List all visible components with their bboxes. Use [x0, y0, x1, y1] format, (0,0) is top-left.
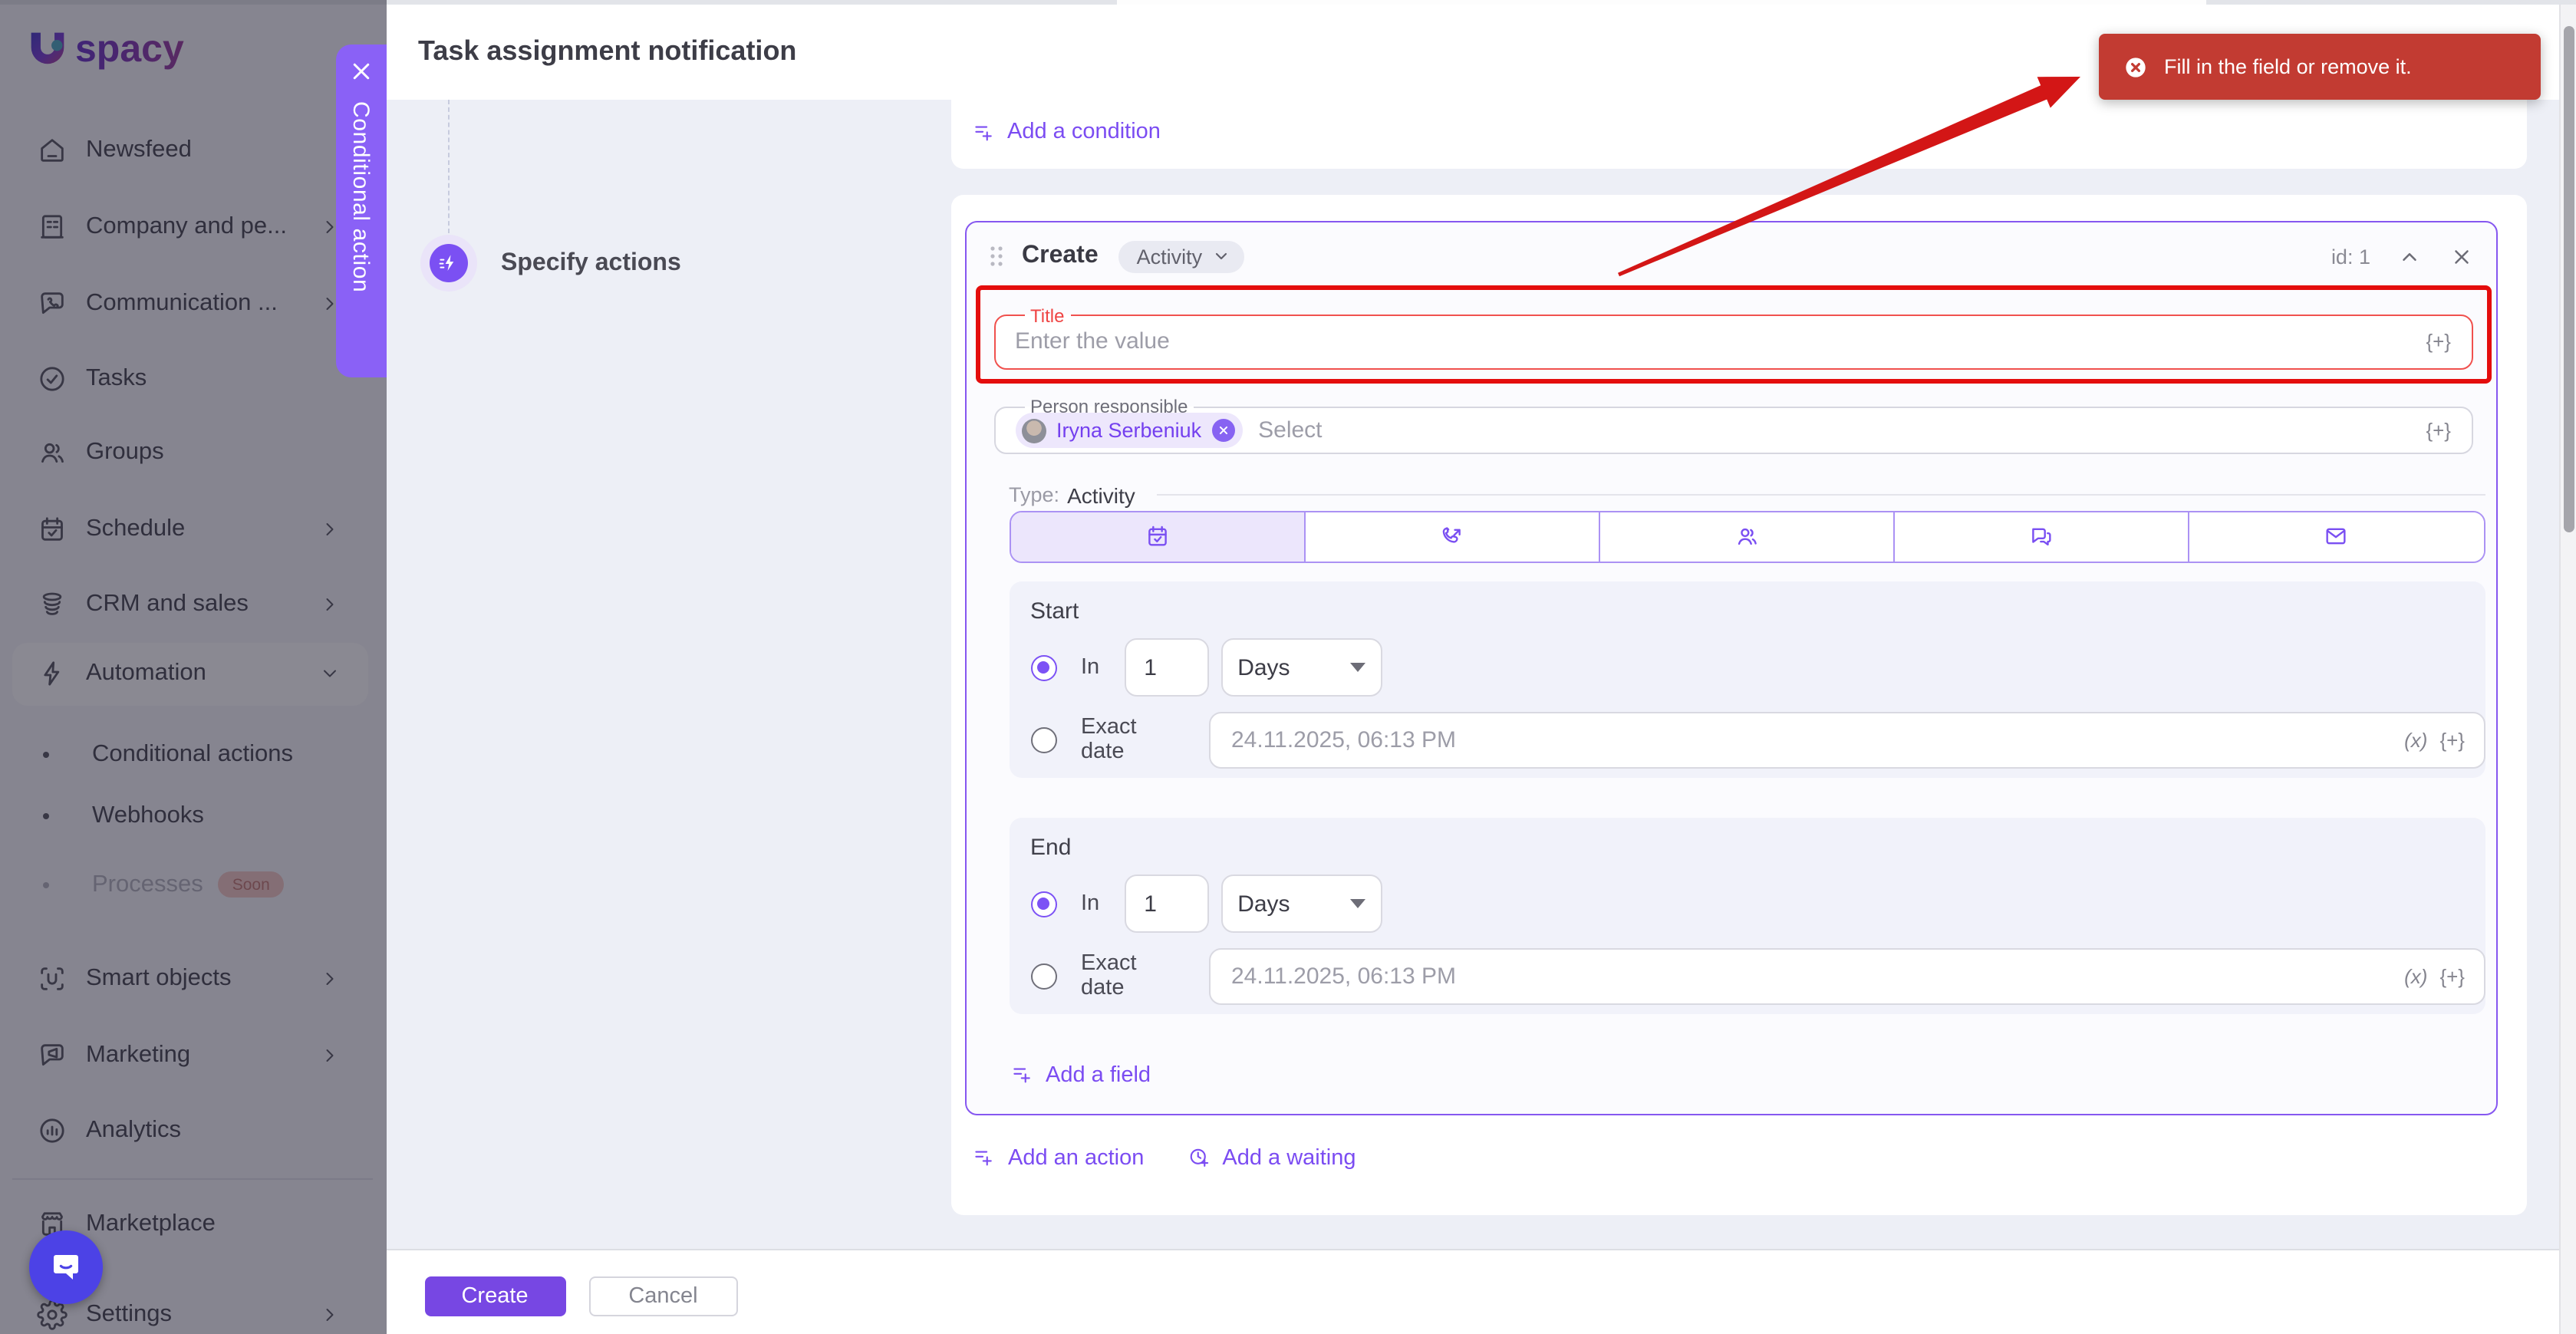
cancel-button[interactable]: Cancel [588, 1276, 738, 1316]
type-prefix: Type: [1009, 483, 1059, 506]
end-in-value-input[interactable] [1124, 875, 1208, 933]
add-field-button[interactable]: Add a field [1010, 1062, 1151, 1087]
action-type-dropdown[interactable]: Activity [1118, 240, 1244, 272]
end-in-radio[interactable] [1030, 891, 1056, 917]
insert-variable-icon[interactable]: {+} [2439, 728, 2465, 751]
playlist-add-icon [973, 1146, 996, 1169]
end-exact-date-input[interactable]: 24.11.2025, 06:13 PM (x) {+} [1208, 947, 2485, 1004]
modal-content: Specify actions Add a condition Create A… [386, 100, 2559, 1250]
error-circle-icon [2123, 54, 2147, 79]
actions-section: Create Activity id: 1 Title Ente [951, 194, 2526, 1214]
link-label: Add a waiting [1222, 1145, 1356, 1170]
link-label: Add a condition [1007, 120, 1161, 144]
type-row: Type: Activity [1009, 483, 2485, 507]
chat-bubble-icon [48, 1249, 84, 1286]
title-field-label: Title [1024, 306, 1070, 324]
side-tab-label: Conditional action [348, 100, 374, 292]
type-value: Activity [1067, 483, 1135, 507]
playlist-add-icon [1010, 1063, 1033, 1086]
date-placeholder: 24.11.2025, 06:13 PM [1231, 963, 1456, 989]
add-waiting-button[interactable]: Add a waiting [1187, 1145, 1356, 1170]
step-label: Specify actions [501, 250, 681, 278]
actions-step-icon [437, 252, 460, 275]
modal-title: Task assignment notification [418, 35, 796, 68]
title-placeholder: Enter the value [1015, 328, 1170, 354]
formula-icon[interactable]: (x) [2404, 964, 2427, 987]
activity-type-tabs [1009, 510, 2485, 563]
start-unit-select[interactable]: Days [1220, 638, 1382, 697]
link-label: Add a field [1046, 1062, 1151, 1087]
insert-variable-icon[interactable]: {+} [2439, 964, 2465, 987]
start-in-radio[interactable] [1030, 654, 1056, 680]
divider [1157, 494, 2485, 496]
start-in-label: In [1081, 655, 1099, 680]
start-panel: Start In Days Exact date [1009, 581, 2485, 777]
drag-handle-icon[interactable] [990, 245, 1003, 267]
start-label: Start [1030, 598, 1079, 624]
step-indicator [420, 235, 477, 292]
conditions-card: Add a condition [951, 100, 2526, 168]
phone-outgoing-icon [1439, 524, 1465, 550]
calendar-check-icon [1144, 524, 1170, 550]
end-exact-radio[interactable] [1030, 963, 1056, 989]
add-condition-button[interactable]: Add a condition [972, 120, 1161, 144]
person-chip[interactable]: Iryna Serbeniuk [1015, 413, 1243, 448]
start-exact-date-input[interactable]: 24.11.2025, 06:13 PM (x) {+} [1208, 711, 2485, 768]
close-icon[interactable] [2450, 245, 2473, 268]
end-panel: End In Days Exact date [1009, 817, 2485, 1013]
start-exact-label: Exact date [1081, 715, 1185, 764]
start-in-value-input[interactable] [1124, 638, 1208, 697]
formula-icon[interactable]: (x) [2404, 728, 2427, 751]
attendees-icon [1734, 524, 1760, 550]
avatar [1021, 418, 1046, 443]
select-caret-icon [1349, 663, 1365, 672]
tab-chat[interactable] [1895, 512, 2189, 562]
clock-add-icon [1187, 1146, 1210, 1169]
stepper-connector [448, 100, 450, 233]
close-icon[interactable] [349, 59, 372, 82]
end-unit-label: Days [1237, 891, 1290, 917]
chip-remove-icon[interactable] [1212, 419, 1235, 442]
modal-backdrop[interactable] [0, 0, 386, 1334]
screen: spacy Newsfeed Company and pe... Communi… [0, 0, 2576, 1334]
modal-footer: Create Cancel [386, 1250, 2559, 1334]
tab-email[interactable] [2190, 512, 2483, 562]
end-unit-select[interactable]: Days [1220, 875, 1382, 933]
tab-task[interactable] [1010, 512, 1305, 562]
title-field[interactable]: Title Enter the value {+} [993, 306, 2472, 369]
end-in-label: In [1081, 891, 1099, 916]
end-label: End [1030, 834, 1071, 860]
select-caret-icon [1349, 899, 1365, 908]
action-id: id: 1 [2331, 245, 2370, 268]
playlist-add-icon [972, 120, 995, 143]
scrollbar[interactable] [2559, 5, 2576, 1334]
error-toast[interactable]: Fill in the field or remove it. [2098, 34, 2540, 100]
insert-variable-icon[interactable]: {+} [2426, 419, 2451, 442]
toast-message: Fill in the field or remove it. [2164, 55, 2412, 78]
action-title: Create [1022, 242, 1099, 270]
person-chip-name: Iryna Serbeniuk [1056, 419, 1201, 442]
person-placeholder: Select [1258, 417, 1322, 443]
action-type-label: Activity [1137, 245, 1203, 268]
collapse-icon[interactable] [2398, 245, 2421, 268]
person-responsible-field[interactable]: Person responsible Iryna Serbeniuk Selec… [993, 397, 2472, 454]
tab-call[interactable] [1305, 512, 1599, 562]
start-exact-radio[interactable] [1030, 726, 1056, 753]
scrollbar-thumb[interactable] [2564, 26, 2574, 532]
add-action-button[interactable]: Add an action [973, 1145, 1144, 1170]
end-exact-label: Exact date [1081, 951, 1185, 1000]
insert-variable-icon[interactable]: {+} [2426, 330, 2451, 353]
chat-fab-button[interactable] [29, 1230, 102, 1303]
create-activity-card: Create Activity id: 1 Title Ente [965, 220, 2498, 1115]
create-button[interactable]: Create [424, 1276, 565, 1316]
start-unit-label: Days [1237, 654, 1290, 680]
email-icon [2324, 524, 2350, 550]
tab-meeting[interactable] [1600, 512, 1895, 562]
date-placeholder: 24.11.2025, 06:13 PM [1231, 726, 1456, 753]
action-card-header: Create Activity id: 1 [967, 222, 2496, 291]
chat-icon [2028, 524, 2054, 550]
conditional-action-tab[interactable]: Conditional action [335, 44, 386, 377]
chevron-down-icon [1211, 247, 1230, 265]
link-label: Add an action [1008, 1145, 1144, 1170]
